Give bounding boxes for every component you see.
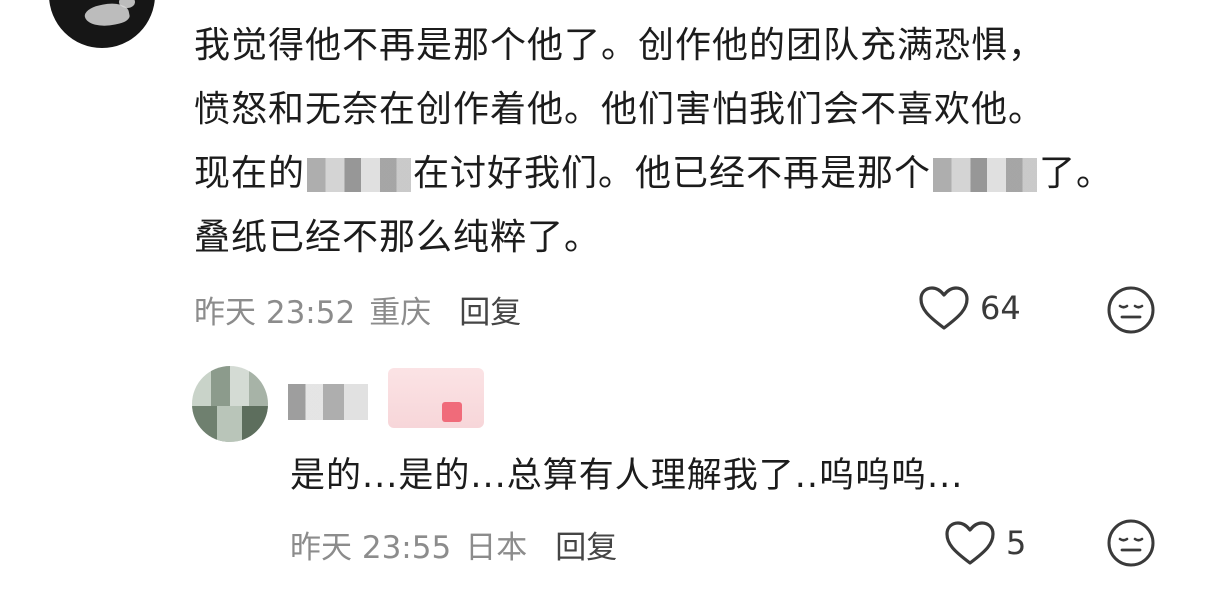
like-button[interactable]: 64 [918,285,1021,331]
comment-line: 现在的 在讨好我们。他已经不再是那个 了。 [194,153,1114,194]
reply-button[interactable]: 回复 [555,530,617,566]
neutral-face-icon[interactable] [1106,518,1156,568]
comment-line: 叠纸已经不那么纯粹了。 [194,217,602,258]
neutral-face-icon[interactable] [1106,285,1156,335]
comment-meta: 昨天 23:52 重庆 回复 [194,287,521,332]
heart-outline-icon [919,286,969,330]
comment-body: 我觉得他不再是那个他了。创作他的团队充满恐惧， 愤怒和无奈在创作着他。他们害怕我… [194,14,1154,270]
comment-line: 我觉得他不再是那个他了。创作他的团队充满恐惧， [194,25,1046,66]
user-badge [388,368,484,428]
like-button[interactable]: 5 [944,520,1026,566]
like-count: 64 [980,289,1021,327]
comment-location: 重庆 [369,295,432,331]
comment-time: 昨天 23:52 [194,295,356,331]
like-count: 5 [1006,524,1027,562]
reply-location: 日本 [465,530,528,566]
redacted-text [933,158,1038,192]
replier-name-redacted[interactable] [288,384,368,420]
heart-outline-icon [945,521,995,565]
reply-meta: 昨天 23:55 日本 回复 [290,522,617,567]
commenter-avatar[interactable] [49,0,155,48]
reply-body: 是的...是的...总算有人理解我了..呜呜呜... [290,456,964,496]
redacted-text [307,158,412,192]
replier-avatar[interactable] [192,366,268,442]
reply-button[interactable]: 回复 [459,295,521,331]
comment-line: 愤怒和无奈在创作着他。他们害怕我们会不喜欢他。 [194,89,1046,130]
reply-time: 昨天 23:55 [290,530,452,566]
